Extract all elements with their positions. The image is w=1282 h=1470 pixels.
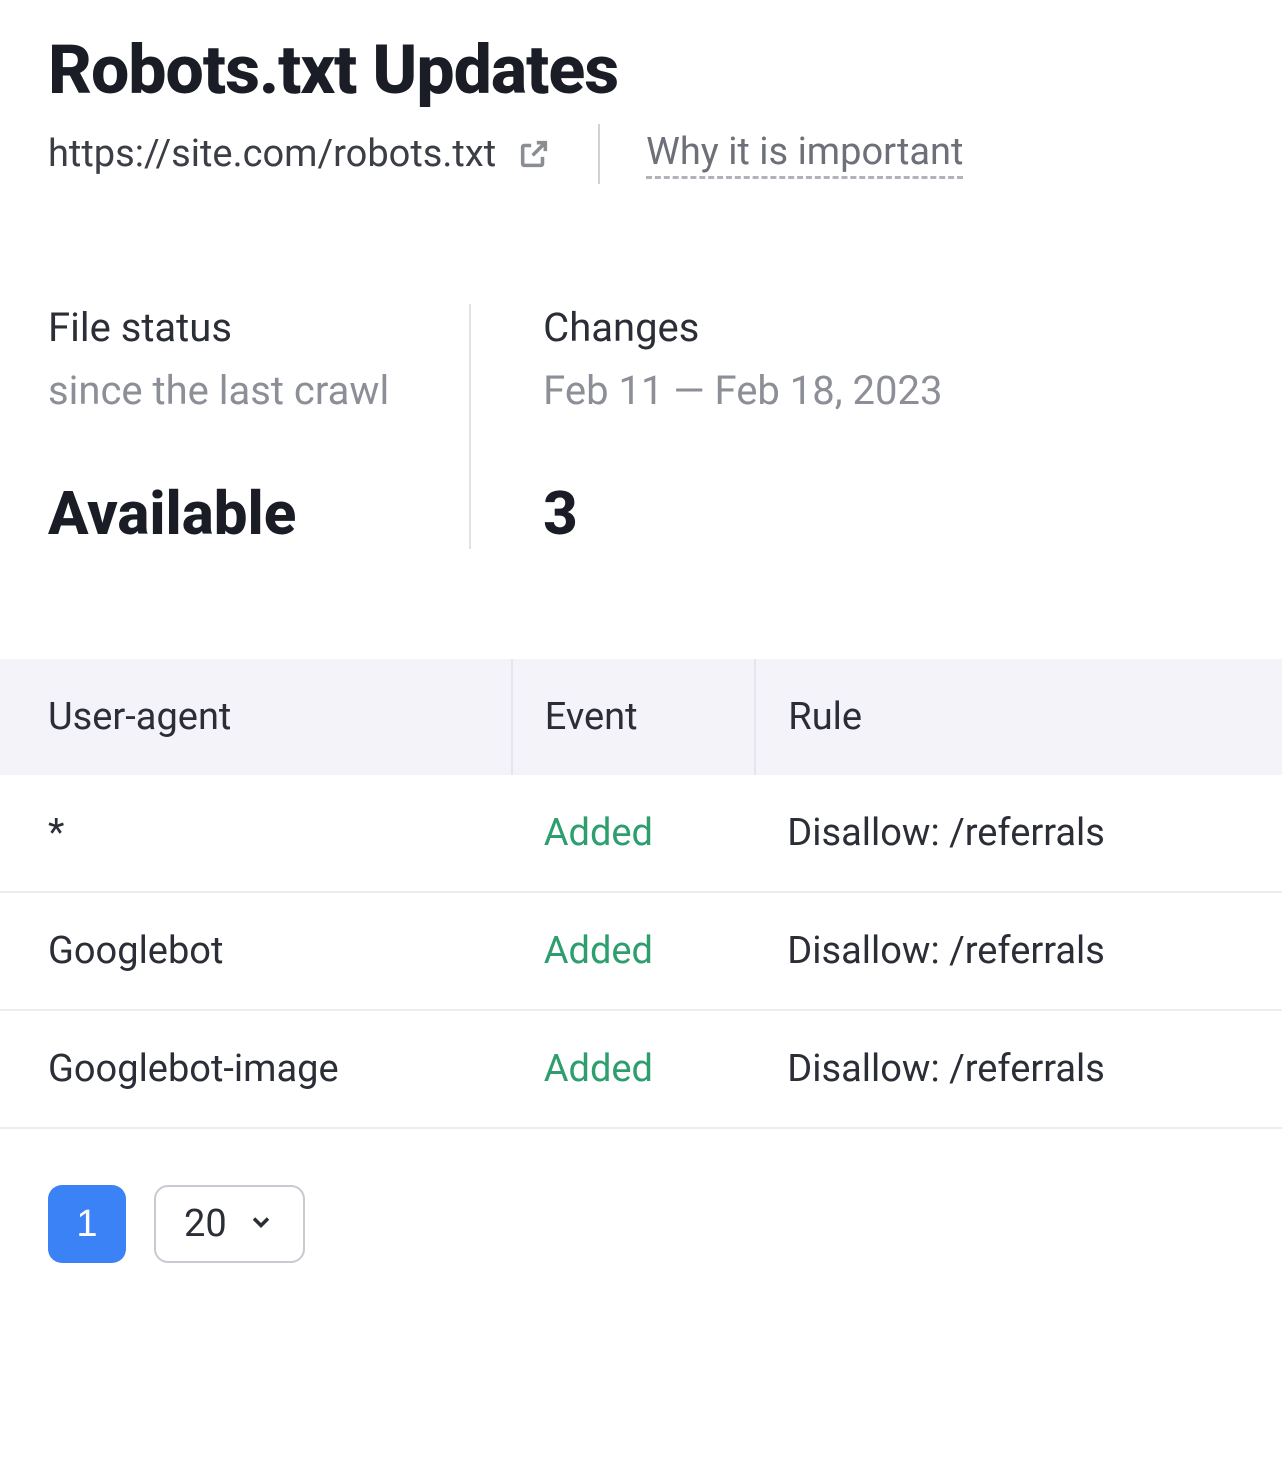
changes-date-range: Feb 11 — Feb 18, 2023 [543,367,942,414]
cell-event: Added [512,892,756,1010]
file-status-sublabel: since the last crawl [48,367,389,414]
table-row: * Added Disallow: /referrals [0,775,1282,892]
file-status-value: Available [48,478,389,549]
robots-url: https://site.com/robots.txt [48,132,496,176]
updates-table-wrapper: User-agent Event Rule * Added Disallow: … [0,659,1282,1129]
stats-row: File status since the last crawl Availab… [48,304,1234,549]
updates-table: User-agent Event Rule * Added Disallow: … [0,659,1282,1129]
cell-user-agent: * [0,775,512,892]
col-header-event[interactable]: Event [512,659,756,775]
table-row: Googlebot-image Added Disallow: /referra… [0,1010,1282,1128]
cell-user-agent: Googlebot [0,892,512,1010]
pagination: 1 20 [48,1185,1234,1263]
changes-value: 3 [543,478,942,549]
page-size-value: 20 [184,1202,227,1246]
cell-rule: Disallow: /referrals [755,1010,1282,1128]
chevron-down-icon [247,1202,275,1246]
cell-rule: Disallow: /referrals [755,775,1282,892]
table-body: * Added Disallow: /referrals Googlebot A… [0,775,1282,1128]
cell-event: Added [512,1010,756,1128]
why-important-link[interactable]: Why it is important [646,130,963,179]
page-size-select[interactable]: 20 [154,1185,305,1263]
col-header-rule[interactable]: Rule [755,659,1282,775]
url-link-group[interactable]: https://site.com/robots.txt [48,132,552,176]
table-row: Googlebot Added Disallow: /referrals [0,892,1282,1010]
col-header-user-agent[interactable]: User-agent [0,659,512,775]
header-divider [598,124,600,184]
page-title: Robots.txt Updates [48,30,1234,110]
url-row: https://site.com/robots.txt Why it is im… [48,124,1234,184]
external-link-icon [516,136,552,172]
table-header-row: User-agent Event Rule [0,659,1282,775]
file-status-block: File status since the last crawl Availab… [48,304,469,549]
changes-block: Changes Feb 11 — Feb 18, 2023 3 [471,304,942,549]
file-status-label: File status [48,304,389,351]
cell-event: Added [512,775,756,892]
page-number-button[interactable]: 1 [48,1185,126,1263]
cell-user-agent: Googlebot-image [0,1010,512,1128]
changes-label: Changes [543,304,942,351]
cell-rule: Disallow: /referrals [755,892,1282,1010]
